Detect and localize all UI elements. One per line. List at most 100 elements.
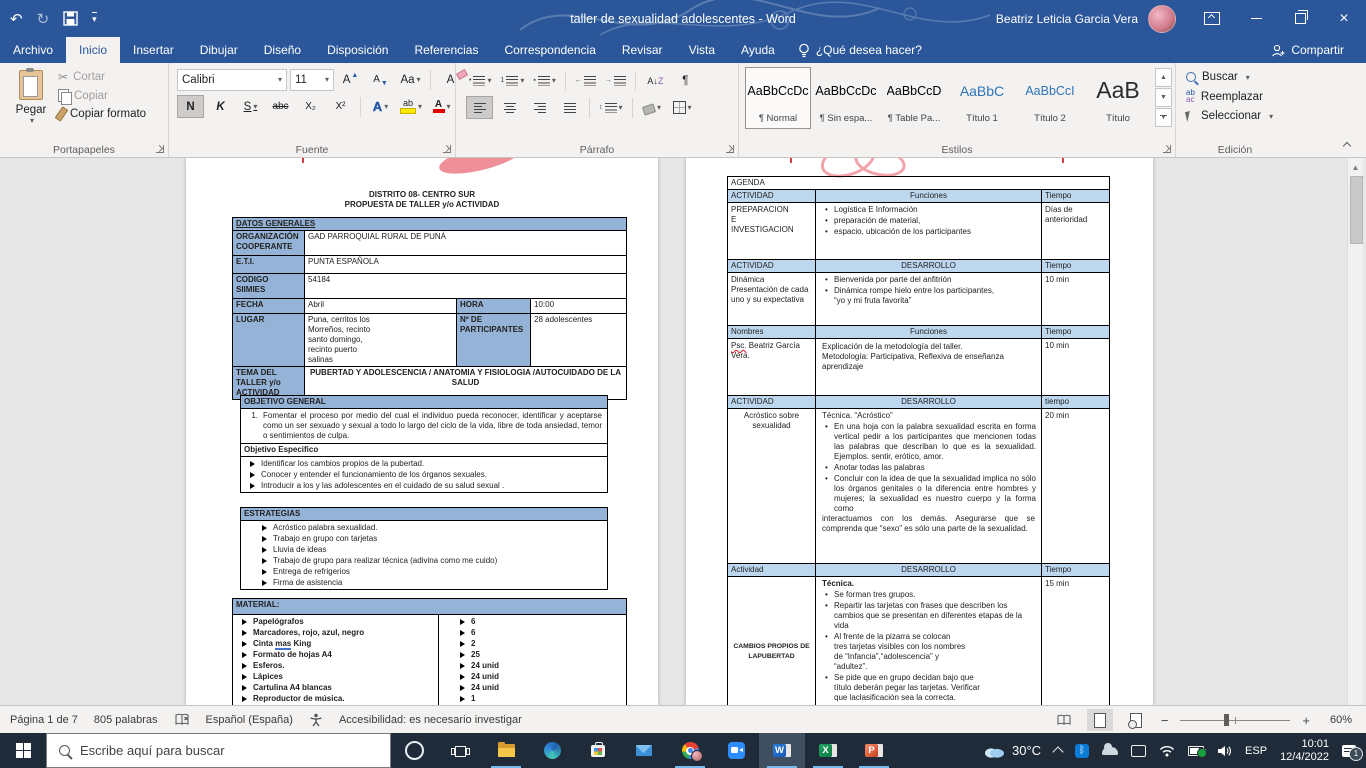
excel-taskbar-button[interactable]: X (805, 733, 851, 768)
italic-button[interactable]: K (207, 95, 234, 118)
subscript-button[interactable]: X₂ (297, 95, 324, 118)
highlight-button[interactable]: ab▾ (397, 95, 425, 118)
start-button[interactable] (0, 733, 46, 768)
text-effects-button[interactable]: A▾ (367, 95, 394, 118)
tab-insertar[interactable]: Insertar (120, 37, 187, 63)
numbering-button[interactable]: 1▾ (497, 69, 527, 92)
multilevel-list-button[interactable]: ▪▾ (530, 69, 559, 92)
tab-dibujar[interactable]: Dibujar (187, 37, 251, 63)
borders-button[interactable]: ▾ (669, 96, 696, 119)
paragraph-dialog-launcher[interactable] (726, 145, 734, 153)
line-spacing-button[interactable]: ↕▾ (596, 96, 626, 119)
agenda-header-cell[interactable]: tiempo (1042, 396, 1110, 409)
style-card-normal[interactable]: AaBbCcDc¶ Normal (745, 67, 811, 129)
file-explorer-button[interactable] (483, 733, 529, 768)
superscript-button[interactable]: X² (327, 95, 354, 118)
format-painter-button[interactable]: Copiar formato (58, 107, 146, 121)
share-button[interactable]: Compartir (1271, 37, 1366, 63)
cortana-button[interactable] (391, 733, 437, 768)
agenda-header-cell[interactable]: Actividad (728, 564, 816, 577)
row-label-cell[interactable]: LUGAR (233, 314, 305, 367)
word-taskbar-button[interactable]: W (759, 733, 805, 768)
material-items-cell[interactable]: PapelógrafosMarcadores, rojo, azul, negr… (233, 615, 439, 706)
agenda-time-cell[interactable]: 10 min (1042, 273, 1110, 326)
objetivo-paragraph-cell[interactable]: 1.Fomentar el proceso por medio del cual… (241, 409, 608, 444)
account-user-name[interactable]: Beatriz Leticia Garcia Vera (996, 12, 1138, 26)
ribbon-display-options-button[interactable] (1190, 0, 1234, 37)
agenda-detail-cell[interactable]: •Logística E Información•preparación de … (816, 203, 1042, 260)
row-label-cell[interactable]: ORGANIZACIÓN COOPERANTE (233, 231, 305, 256)
collapse-ribbon-button[interactable] (1343, 140, 1352, 149)
row-value-cell[interactable]: Abril (305, 299, 457, 314)
agenda-header-cell[interactable]: Funciones (816, 326, 1042, 339)
document-heading[interactable]: DISTRITO 08- CENTRO SUR PROPUESTA DE TAL… (186, 190, 658, 210)
document-page-1[interactable]: DISTRITO 08- CENTRO SUR PROPUESTA DE TAL… (186, 158, 658, 705)
clipboard-dialog-launcher[interactable] (156, 145, 164, 153)
print-layout-button[interactable] (1087, 709, 1113, 731)
tab-inicio[interactable]: Inicio (66, 37, 120, 63)
tab-referencias[interactable]: Referencias (401, 37, 491, 63)
taskbar-search-box[interactable]: Escribe aquí para buscar (46, 733, 391, 768)
row-value-cell[interactable]: Puna, cerritos los Morreños, recinto san… (305, 314, 457, 367)
styles-scroll-down-button[interactable]: ▼ (1155, 88, 1172, 107)
objetivo-items-cell[interactable]: Identificar los cambios propios de la pu… (241, 457, 608, 493)
notification-center-button[interactable]: 1 (1342, 745, 1356, 757)
cut-button[interactable]: ✂ Cortar (58, 70, 146, 84)
agenda-time-cell[interactable]: 15 min (1042, 577, 1110, 706)
agenda-header-cell[interactable]: DESARROLLO (816, 564, 1042, 577)
row-label-cell[interactable]: FECHA (233, 299, 305, 314)
style-card-sin-espa[interactable]: AaBbCcDc¶ Sin espa... (813, 67, 879, 129)
agenda-detail-cell[interactable]: Técnica.•Se forman tres grupos.•Repartir… (816, 577, 1042, 706)
word-count[interactable]: 805 palabras (94, 714, 158, 726)
agenda-header-cell[interactable]: Tiempo (1042, 260, 1110, 273)
estrategias-items-cell[interactable]: Acróstico palabra sexualidad.Trabajo en … (241, 521, 608, 590)
row-label-cell[interactable]: Nº DE PARTICIPANTES (457, 314, 531, 367)
datos-generales-header[interactable]: DATOS GENERALES (233, 218, 627, 231)
style-card-table-pa[interactable]: AaBbCcD¶ Table Pa... (881, 67, 947, 129)
underline-button[interactable]: S▾ (237, 95, 264, 118)
style-card-titulo[interactable]: AaBTítulo (1085, 67, 1151, 129)
zoom-app-button[interactable] (713, 733, 759, 768)
agenda-activity-cell[interactable]: Dinámica Presentación de cada uno y su e… (728, 273, 816, 326)
replace-button[interactable]: abac Reemplazar (1186, 90, 1273, 103)
vertical-scrollbar[interactable]: ▲ (1347, 158, 1363, 705)
wifi-icon[interactable] (1159, 745, 1175, 757)
strikethrough-button[interactable]: abc (267, 95, 294, 118)
font-size-select[interactable]: 11▾ (290, 69, 334, 91)
page-indicator[interactable]: Página 1 de 7 (10, 714, 78, 726)
shading-button[interactable]: ▾ (639, 96, 666, 119)
scrollbar-thumb[interactable] (1350, 176, 1363, 244)
zoom-slider-thumb[interactable] (1224, 714, 1229, 726)
styles-scroll-up-button[interactable]: ▲ (1155, 68, 1172, 87)
agenda-activity-cell[interactable]: CAMBIOS PROPIOS DE LAPUBERTAD (728, 577, 816, 706)
row-value-cell[interactable]: PUNTA ESPAÑOLA (305, 256, 627, 274)
weather-widget[interactable]: 30°C (983, 743, 1041, 758)
zoom-in-button[interactable]: + (1300, 713, 1312, 728)
increase-indent-button[interactable]: → (602, 69, 629, 92)
accessibility-status[interactable]: Accesibilidad: es necesario investigar (339, 714, 522, 726)
agenda-activity-cell[interactable]: Acróstico sobre sexualidad (728, 409, 816, 564)
align-left-button[interactable] (466, 96, 493, 119)
tray-expand-icon[interactable] (1052, 746, 1063, 757)
bluetooth-icon[interactable]: ᛒ (1075, 744, 1089, 758)
shrink-font-button[interactable]: A▼ (367, 68, 394, 91)
agenda-time-cell[interactable]: 20 min (1042, 409, 1110, 564)
sort-button[interactable]: A↓Z (642, 69, 669, 92)
estrategias-header[interactable]: ESTRATEGIAS (241, 508, 608, 521)
powerpoint-taskbar-button[interactable]: P (851, 733, 897, 768)
row-value-cell[interactable]: 28 adolescentes (531, 314, 627, 367)
font-name-select[interactable]: Calibri▾ (177, 69, 287, 91)
agenda-header-cell[interactable]: DESARROLLO (816, 396, 1042, 409)
minimize-button[interactable] (1234, 0, 1278, 37)
agenda-time-cell[interactable]: 10 min (1042, 339, 1110, 396)
agenda-detail-cell[interactable]: Explicación de la metodología del taller… (816, 339, 1042, 396)
agenda-header-cell[interactable]: ACTIVIDAD (728, 396, 816, 409)
onedrive-icon[interactable] (1102, 747, 1118, 755)
tab-diseno[interactable]: Diseño (251, 37, 314, 63)
tab-revisar[interactable]: Revisar (609, 37, 676, 63)
decrease-indent-button[interactable]: ← (572, 69, 599, 92)
battery-icon[interactable] (1188, 746, 1204, 756)
agenda-header-cell[interactable]: Funciones (816, 190, 1042, 203)
grow-font-button[interactable]: A▲ (337, 68, 364, 91)
style-card-titulo-2[interactable]: AaBbCcITítulo 2 (1017, 67, 1083, 129)
